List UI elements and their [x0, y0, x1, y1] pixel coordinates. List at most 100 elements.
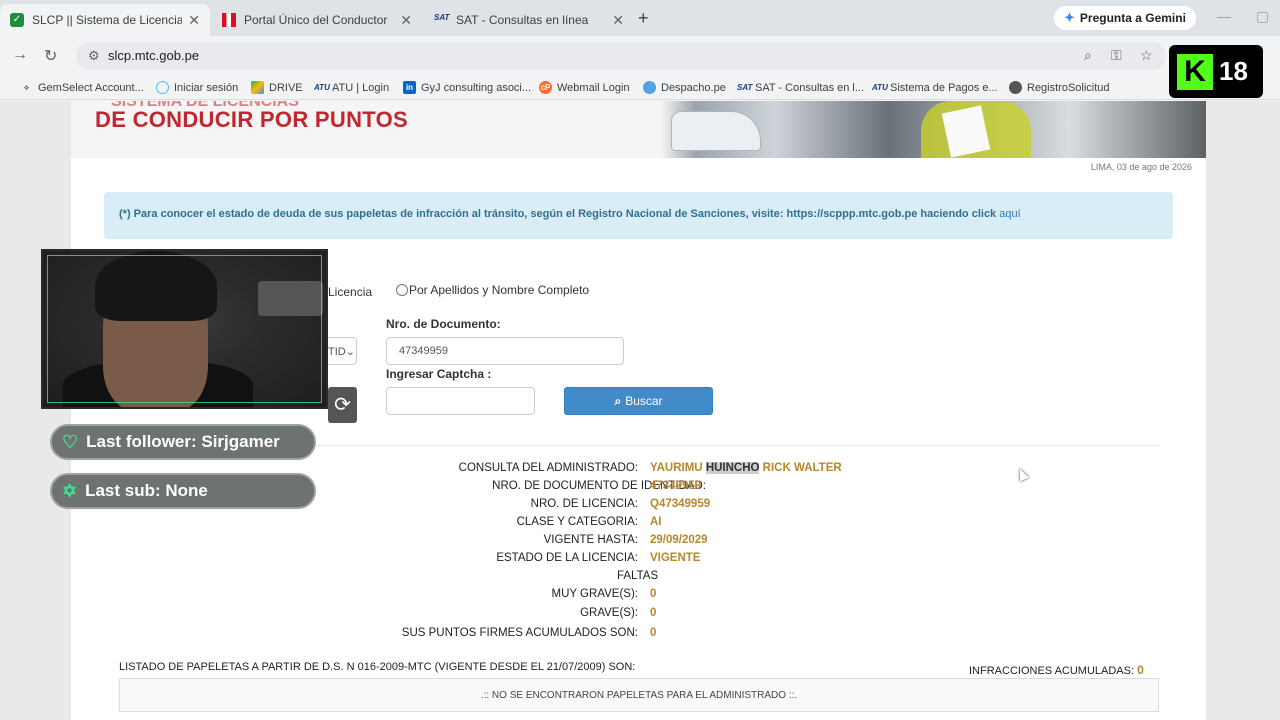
result-label: SUS PUNTOS FIRMES ACUMULADOS SON:: [401, 627, 638, 639]
page-viewport[interactable]: SISTEMA DE LICENCIAS DE CONDUCIR POR PUN…: [0, 101, 1280, 720]
bookmark-label: Iniciar sesión: [174, 81, 239, 94]
search-button-label: Buscar: [625, 394, 663, 408]
bookmark-label: SAT - Consultas en l...: [755, 81, 865, 94]
listado-title: LISTADO DE PAPELETAS A PARTIR DE D.S. N …: [119, 661, 636, 673]
peru-flag-icon: [222, 13, 236, 27]
close-icon[interactable]: ✕: [612, 12, 624, 29]
radio-nombre[interactable]: Por Apellidos y Nombre Completo: [396, 283, 589, 297]
last-follower-widget: ♡ Last follower: Sirjgamer: [50, 424, 316, 460]
bookmark-sistema-pagos[interactable]: ATU Sistema de Pagos e...: [872, 81, 998, 94]
doc-label: Nro. de Documento:: [386, 317, 501, 331]
bookmark-iniciar-sesion[interactable]: Iniciar sesión: [156, 81, 238, 94]
cpanel-icon: cP: [539, 81, 552, 94]
heart-icon: ♡: [62, 431, 79, 452]
doc-type-select[interactable]: TID⌄: [326, 337, 357, 365]
result-label: MUY GRAVE(S):: [551, 588, 638, 600]
captcha-input[interactable]: [386, 387, 535, 415]
globe-icon: [643, 81, 656, 94]
result-label: CLASE Y CATEGORIA:: [516, 516, 638, 528]
tab-portal-conductor[interactable]: Portal Único del Conductor ✕: [212, 4, 422, 36]
bookmark-label: Sistema de Pagos e...: [890, 81, 998, 94]
bookmark-despacho[interactable]: Despacho.pe: [643, 81, 726, 94]
bookmark-webmail[interactable]: cP Webmail Login: [539, 81, 630, 94]
close-icon[interactable]: ✕: [188, 12, 200, 29]
page-content: SISTEMA DE LICENCIAS DE CONDUCIR POR PUN…: [71, 101, 1206, 720]
close-icon[interactable]: ✕: [400, 12, 412, 29]
zoom-icon[interactable]: ⌕: [1084, 47, 1092, 64]
bookmarks-bar: ⟡ GemSelect Account... Iniciar sesión DR…: [0, 76, 1280, 100]
tab-sat[interactable]: SAT SAT - Consultas en línea ✕: [424, 4, 634, 36]
result-value: AI: [650, 516, 662, 528]
result-label: ESTADO DE LA LICENCIA:: [496, 552, 638, 564]
key-icon[interactable]: ⚿: [1111, 47, 1122, 64]
bookmark-sat[interactable]: SAT SAT - Consultas en l...: [737, 81, 864, 94]
bookmark-label: RegistroSolicitud: [1027, 81, 1110, 94]
bookmark-label: GemSelect Account...: [38, 81, 144, 94]
aqui-link[interactable]: aquí: [999, 208, 1020, 220]
faltas-title: FALTAS: [617, 570, 659, 582]
sat-icon: SAT: [434, 13, 450, 22]
last-sub-text: Last sub: None: [85, 481, 208, 500]
infracciones-value: 0: [1137, 663, 1144, 677]
atu-icon: ATU: [872, 83, 888, 92]
radio-licencia-label[interactable]: Licencia: [328, 285, 372, 299]
bookmark-drive[interactable]: DRIVE: [251, 81, 303, 94]
maximize-icon[interactable]: ▢: [1256, 8, 1269, 25]
result-value: 0: [650, 588, 657, 600]
name-part: RICK WALTER: [759, 462, 842, 474]
tab-bar: ✓ SLCP || Sistema de Licencias de ✕ Port…: [0, 0, 1280, 36]
no-papeletas-message: .:: NO SE ENCONTRARON PAPELETAS PARA EL …: [119, 678, 1159, 712]
info-text: (*) Para conocer el estado de deuda de s…: [119, 208, 1000, 220]
star-icon[interactable]: ☆: [1140, 47, 1153, 64]
kick-logo-icon: K: [1177, 53, 1213, 90]
admin-name: YAURIMU HUINCHO RICK WALTER: [650, 462, 842, 474]
header-banner: SISTEMA DE LICENCIAS DE CONDUCIR POR PUN…: [71, 101, 1206, 158]
result-value: 0: [650, 607, 657, 619]
infracciones-acumuladas: INFRACCIONES ACUMULADAS: 0: [969, 663, 1144, 677]
car-image: [671, 111, 761, 151]
result-value: 0: [650, 627, 657, 639]
bookmark-atu[interactable]: ATU ATU | Login: [314, 81, 389, 94]
result-value: 47349959: [650, 480, 702, 492]
gemini-label: Pregunta a Gemini: [1079, 11, 1186, 25]
tab-slcp[interactable]: ✓ SLCP || Sistema de Licencias de ✕: [0, 4, 210, 36]
tab-title: SLCP || Sistema de Licencias de: [32, 13, 183, 27]
reload-icon[interactable]: ↻: [44, 46, 57, 66]
bookmark-registro[interactable]: RegistroSolicitud: [1009, 81, 1110, 94]
radio-nombre-label: Por Apellidos y Nombre Completo: [409, 283, 590, 297]
result-value: 29/09/2029: [650, 534, 708, 546]
site-info-icon[interactable]: ⚙: [88, 48, 100, 64]
date-text: LIMA, 03 de ago de 2026: [1090, 162, 1192, 172]
shield-check-icon: ✓: [10, 13, 24, 27]
search-button[interactable]: ⌕ Buscar: [564, 387, 713, 415]
last-sub-widget: ✡ Last sub: None: [50, 473, 316, 509]
browser-toolbar: → ↻ ⚙ slcp.mtc.gob.pe ⌕ ⚿ ☆: [0, 36, 1280, 76]
bookmark-gemselect[interactable]: ⟡ GemSelect Account...: [20, 81, 144, 94]
atu-icon: ATU: [314, 83, 330, 92]
bookmark-label: DRIVE: [269, 81, 303, 94]
bookmark-label: ATU | Login: [332, 81, 390, 94]
bookmark-label: GyJ consulting asoci...: [421, 81, 532, 94]
result-label: GRAVE(S):: [580, 607, 638, 619]
license-status: VIGENTE: [650, 552, 701, 564]
kick-badge-number: 18: [1219, 56, 1248, 86]
search-icon: ⌕: [614, 393, 622, 408]
new-tab-button[interactable]: +: [638, 8, 649, 29]
tab-title: SAT - Consultas en línea: [456, 13, 589, 27]
name-highlight: HUINCHO: [705, 462, 760, 474]
forward-icon[interactable]: →: [12, 46, 28, 64]
radio-button[interactable]: [396, 284, 408, 296]
bookmark-gyj[interactable]: in GyJ consulting asoci...: [403, 81, 531, 94]
gemini-button[interactable]: ✦ Pregunta a Gemini: [1054, 6, 1196, 30]
webcam-frame: [47, 255, 322, 403]
minimize-icon[interactable]: —: [1217, 8, 1231, 24]
refresh-captcha-icon[interactable]: ⟳: [328, 387, 357, 423]
url-text: slcp.mtc.gob.pe: [108, 48, 200, 63]
doc-number-input[interactable]: 47349959: [386, 337, 624, 365]
result-value: Q47349959: [650, 498, 711, 510]
linkedin-icon: in: [403, 81, 416, 94]
info-alert: (*) Para conocer el estado de deuda de s…: [104, 192, 1173, 239]
banner-title: DE CONDUCIR POR PUNTOS: [95, 107, 408, 132]
bookmark-label: Webmail Login: [557, 81, 630, 94]
address-bar[interactable]: ⚙ slcp.mtc.gob.pe ⌕ ⚿ ☆: [76, 42, 1166, 70]
